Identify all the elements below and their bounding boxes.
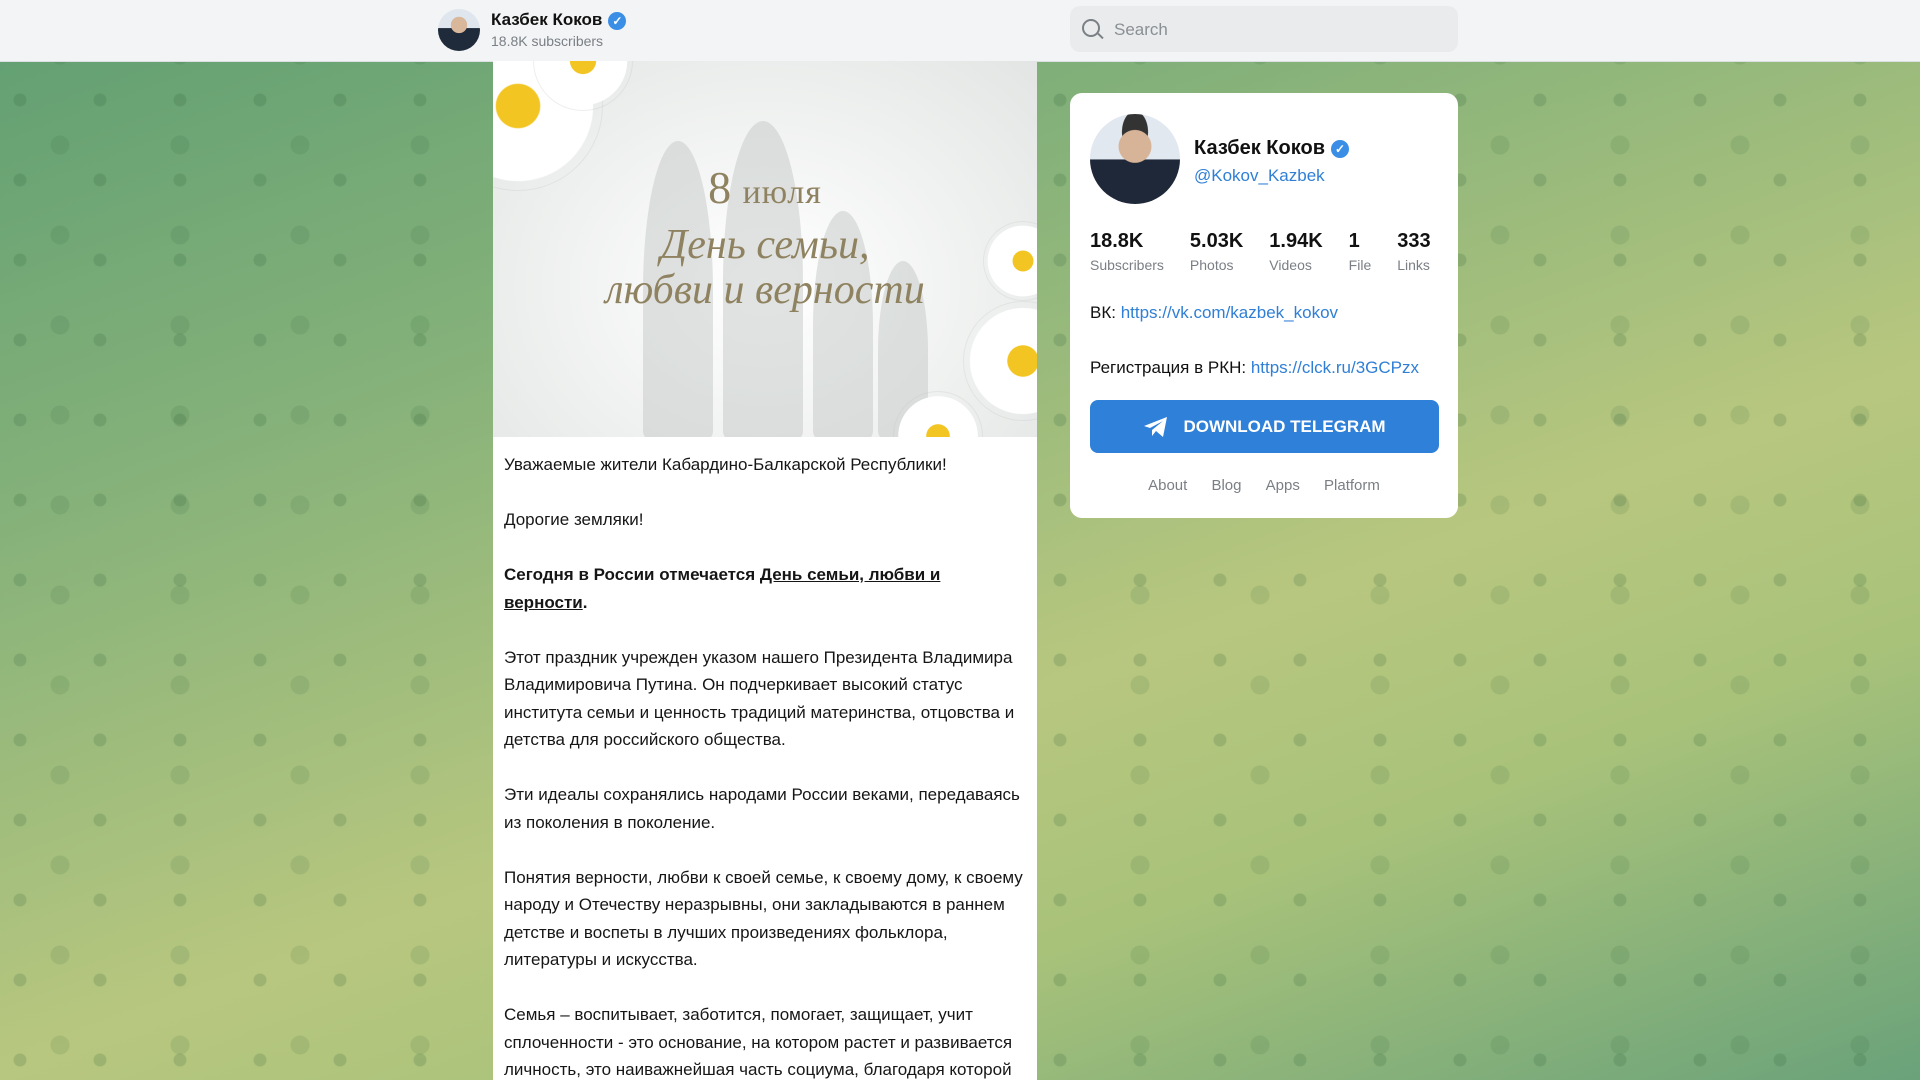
post-image[interactable]: 8 июля День семьи, любви и верности [493,61,1037,437]
footer-link-about[interactable]: About [1148,477,1187,494]
footer-link-platform[interactable]: Platform [1324,477,1380,494]
post-paragraph: Уважаемые жители Кабардино-Балкарской Ре… [504,455,947,474]
stat-links[interactable]: 333 Links [1397,230,1430,273]
subscriber-count: 18.8K subscribers [491,33,604,49]
verified-icon: ✓ [1331,139,1349,158]
post-paragraph: Понятия верности, любви к своей семье, к… [504,867,1023,970]
post-paragraph: Семья – воспитывает, заботится, помогает… [504,1005,1013,1079]
card-channel-name: Казбек Коков [1194,137,1325,159]
stat-value: 333 [1397,230,1431,252]
stat-value: 5.03K [1189,230,1244,252]
top-bar: Казбек Коков ✓ 18.8K subscribers [0,0,1920,62]
post-paragraph: Этот праздник учрежден указом нашего Пре… [504,647,1015,750]
footer-link-blog[interactable]: Blog [1211,477,1241,494]
channel-handle-link[interactable]: @Kokov_Kazbek [1194,166,1325,186]
stat-subscribers[interactable]: 18.8K Subscribers [1090,230,1164,273]
channel-name: Казбек Коков [491,10,603,29]
stat-videos[interactable]: 1.94K Videos [1269,230,1322,273]
stat-photos[interactable]: 5.03K Photos [1190,230,1243,273]
search-icon [1082,19,1100,37]
stat-label: Photos [1189,257,1234,273]
rkn-label: Регистрация в РКН: [1090,358,1251,377]
vk-link[interactable]: https://vk.com/kazbek_kokov [1121,303,1338,322]
stat-value: 1.94K [1269,230,1323,252]
channel-avatar[interactable] [438,9,480,51]
stat-label: Links [1397,257,1430,273]
bold-text: Сегодня в России отмечается [504,565,760,584]
image-date: 8 июля [493,161,1037,214]
rkn-link[interactable]: https://clck.ru/3GCPzx [1251,358,1419,377]
channel-title[interactable]: Казбек Коков ✓ [491,10,627,30]
download-telegram-button[interactable]: DOWNLOAD TELEGRAM [1090,400,1439,453]
footer-link-apps[interactable]: Apps [1266,477,1300,494]
stat-label: Videos [1269,257,1312,273]
post-paragraph: Эти идеалы сохранялись народами России в… [504,785,1020,832]
channel-info-card: Казбек Коков ✓ @Kokov_Kazbek 18.8K Subscr… [1070,93,1458,518]
bold-suffix: . [582,592,588,612]
image-date-number: 8 [708,162,732,213]
stat-label: Subscribers [1090,257,1164,273]
channel-stats: 18.8K Subscribers 5.03K Photos 1.94K Vid… [1090,230,1457,273]
rkn-info: Регистрация в РКН: https://clck.ru/3GCPz… [1090,358,1419,378]
image-date-month: июля [742,174,822,211]
stat-value: 1 [1348,230,1360,252]
stat-value: 18.8K [1090,230,1144,252]
post: 8 июля День семьи, любви и верности Уваж… [493,61,1037,1080]
card-channel-title: Казбек Коков ✓ [1194,137,1349,160]
post-paragraph: Дорогие земляки! [504,510,644,529]
search-input[interactable] [1112,6,1446,54]
card-avatar[interactable] [1090,114,1180,204]
telegram-plane-icon [1144,416,1168,437]
vk-label: ВК: [1090,303,1121,322]
post-paragraph-bold: Сегодня в России отмечается День семьи, … [504,561,1026,616]
daisy-flower [963,301,1037,421]
post-text: Уважаемые жители Кабардино-Балкарской Ре… [493,437,1037,1080]
image-title-line1: День семьи, [660,222,870,268]
verified-icon: ✓ [608,11,627,30]
download-label: DOWNLOAD TELEGRAM [1183,416,1386,436]
search-box[interactable] [1070,6,1458,54]
image-title-line2: любви и верности [605,267,925,313]
stat-label: File [1348,257,1372,273]
vk-info: ВК: https://vk.com/kazbek_kokov [1090,303,1338,323]
stat-files[interactable]: 1 File [1349,230,1372,273]
footer-links: About Blog Apps Platform [1070,477,1458,494]
